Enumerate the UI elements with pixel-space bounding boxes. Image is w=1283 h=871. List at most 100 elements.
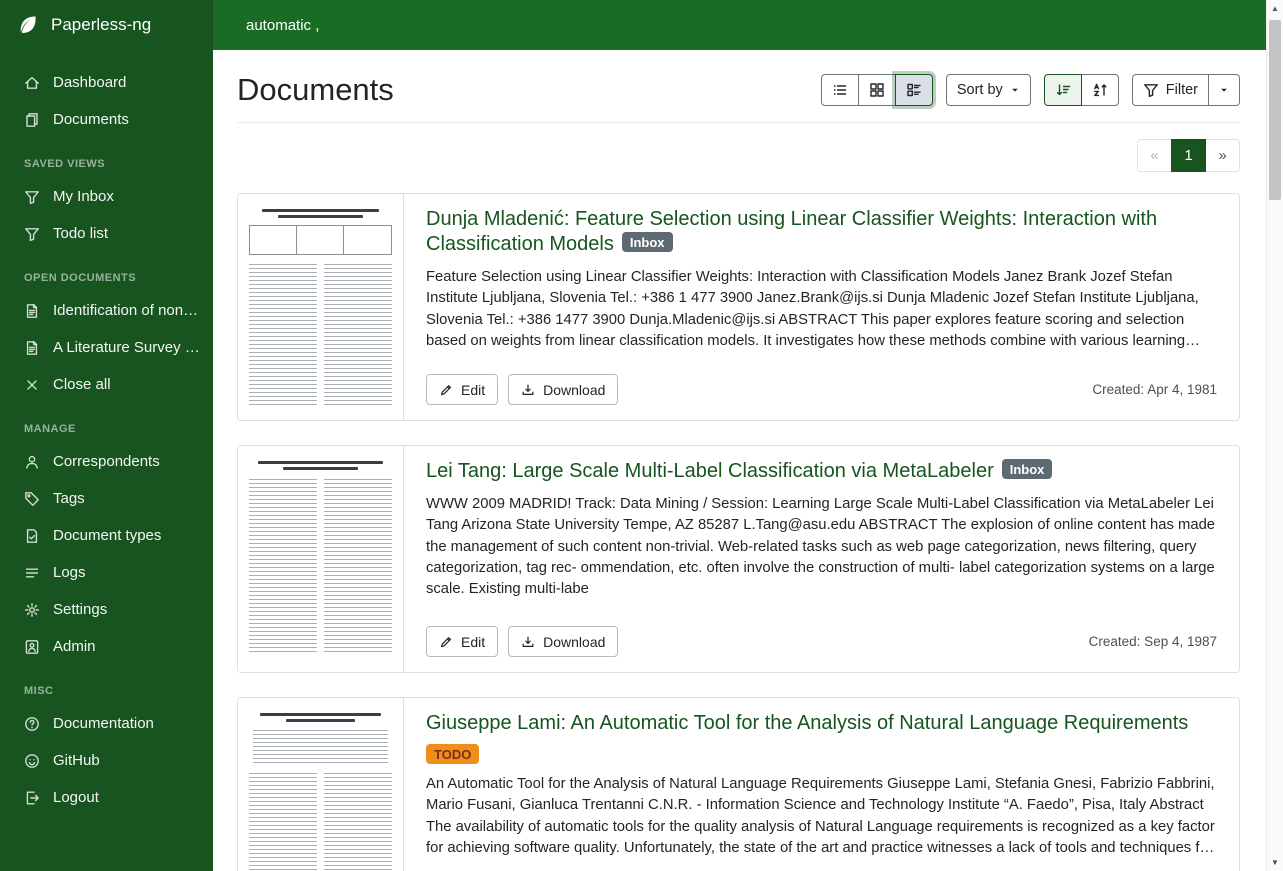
list-view-icon <box>832 82 848 98</box>
document-title-link[interactable]: Dunja Mladenić: Feature Selection using … <box>426 208 1157 255</box>
sidebar-item-document-types[interactable]: Document types <box>0 517 213 554</box>
sort-alpha-up-icon <box>1092 82 1108 98</box>
next-page-button[interactable]: » <box>1205 139 1240 172</box>
funnel-icon <box>24 226 40 242</box>
thumbnail-preview <box>249 713 392 871</box>
thumbnail-preview <box>249 209 392 406</box>
file-text-icon <box>24 340 40 356</box>
sidebar-item-admin[interactable]: Admin <box>0 628 213 665</box>
sidebar-item-label: Logout <box>53 789 99 806</box>
view-list-button[interactable] <box>821 74 859 106</box>
question-circle-icon <box>24 716 40 732</box>
sidebar-item-label: Documents <box>53 111 129 128</box>
tag-badge[interactable]: Inbox <box>1002 459 1053 479</box>
scrollbar-thumb[interactable] <box>1269 20 1281 200</box>
scrollbar[interactable]: ▲ ▼ <box>1266 0 1283 871</box>
sidebar-item-my-inbox[interactable]: My Inbox <box>0 178 213 215</box>
download-button[interactable]: Download <box>508 626 618 657</box>
sidebar-item-tags[interactable]: Tags <box>0 480 213 517</box>
logout-icon <box>24 790 40 806</box>
sort-alpha-button[interactable] <box>1081 74 1119 106</box>
sidebar-item-label: Dashboard <box>53 74 126 91</box>
sidebar-item-label: Close all <box>53 376 111 393</box>
edit-button-label: Edit <box>461 634 485 650</box>
search-input[interactable] <box>213 0 1266 50</box>
filter-button[interactable]: Filter <box>1132 74 1209 106</box>
sidebar-item-label: Correspondents <box>53 453 160 470</box>
view-details-button[interactable] <box>895 74 933 106</box>
current-page-button[interactable]: 1 <box>1171 139 1206 172</box>
tag-icon <box>24 491 40 507</box>
page-title: Documents <box>237 72 394 108</box>
document-thumbnail[interactable] <box>238 194 404 420</box>
tag-badge[interactable]: TODO <box>426 744 479 764</box>
person-badge-icon <box>24 639 40 655</box>
sidebar-item-label: A Literature Survey on ... <box>53 339 201 356</box>
edit-button[interactable]: Edit <box>426 626 498 657</box>
download-button[interactable]: Download <box>508 374 618 405</box>
scrollbar-down-arrow[interactable]: ▼ <box>1267 854 1283 871</box>
sidebar-item-label: Identification of non-fu... <box>53 302 201 319</box>
sidebar-item-logs[interactable]: Logs <box>0 554 213 591</box>
document-thumbnail[interactable] <box>238 446 404 672</box>
edit-button-label: Edit <box>461 382 485 398</box>
details-view-icon <box>906 82 922 98</box>
document-card: Giuseppe Lami: An Automatic Tool for the… <box>237 697 1240 871</box>
document-card-body: Lei Tang: Large Scale Multi-Label Classi… <box>404 446 1239 672</box>
document-excerpt: Feature Selection using Linear Classifie… <box>426 267 1217 352</box>
created-date: Created: Apr 4, 1981 <box>1092 382 1217 397</box>
sidebar-nav: Dashboard Documents SAVED VIEWS My Inbox… <box>0 50 213 816</box>
thumbnail-preview <box>249 461 392 655</box>
prev-page-button[interactable]: « <box>1137 139 1172 172</box>
sidebar-item-open-document-1[interactable]: Identification of non-fu... <box>0 292 213 329</box>
sidebar-item-settings[interactable]: Settings <box>0 591 213 628</box>
pencil-icon <box>439 383 453 397</box>
document-card-body: Dunja Mladenić: Feature Selection using … <box>404 194 1239 420</box>
filter-caret-button[interactable] <box>1208 74 1240 106</box>
sidebar-item-label: Document types <box>53 527 161 544</box>
sidebar-section-header: MISC <box>0 665 213 705</box>
document-actions: Edit Download <box>426 374 618 405</box>
pagination: « 1 » <box>237 139 1240 172</box>
sidebar-item-github[interactable]: GitHub <box>0 742 213 779</box>
sidebar-item-open-document-2[interactable]: A Literature Survey on ... <box>0 329 213 366</box>
sidebar-item-documents[interactable]: Documents <box>0 101 213 138</box>
document-excerpt: WWW 2009 MADRID! Track: Data Mining / Se… <box>426 494 1217 600</box>
scrollbar-up-arrow[interactable]: ▲ <box>1267 0 1283 17</box>
sort-direction-group <box>1044 74 1119 106</box>
document-actions: Edit Download <box>426 626 618 657</box>
document-title-link[interactable]: Giuseppe Lami: An Automatic Tool for the… <box>426 712 1188 734</box>
app-logo[interactable]: Paperless-ng <box>0 0 213 50</box>
sidebar-item-todo-list[interactable]: Todo list <box>0 215 213 252</box>
caret-down-icon <box>1010 85 1020 95</box>
document-list: Dunja Mladenić: Feature Selection using … <box>237 193 1240 871</box>
caret-down-icon <box>1219 85 1229 95</box>
sidebar-item-logout[interactable]: Logout <box>0 779 213 816</box>
sort-amount-down-button[interactable] <box>1044 74 1082 106</box>
download-icon <box>521 635 535 649</box>
sidebar-item-correspondents[interactable]: Correspondents <box>0 443 213 480</box>
download-button-label: Download <box>543 382 605 398</box>
file-text-icon <box>24 303 40 319</box>
document-excerpt: An Automatic Tool for the Analysis of Na… <box>426 774 1217 859</box>
tag-badge[interactable]: Inbox <box>622 232 673 252</box>
pencil-icon <box>439 635 453 649</box>
sort-by-dropdown[interactable]: Sort by <box>946 74 1031 106</box>
sidebar-item-label: Documentation <box>53 715 154 732</box>
funnel-icon <box>24 189 40 205</box>
document-card-footer: Edit Download Created: Apr 4, 1981 <box>426 374 1217 405</box>
sort-by-label: Sort by <box>957 82 1003 98</box>
document-title-row: Dunja Mladenić: Feature Selection using … <box>426 207 1217 257</box>
document-title-row: Lei Tang: Large Scale Multi-Label Classi… <box>426 459 1217 484</box>
person-icon <box>24 454 40 470</box>
sidebar-item-label: Tags <box>53 490 85 507</box>
edit-button[interactable]: Edit <box>426 374 498 405</box>
created-date: Created: Sep 4, 1987 <box>1089 634 1217 649</box>
sidebar-item-documentation[interactable]: Documentation <box>0 705 213 742</box>
view-grid-button[interactable] <box>858 74 896 106</box>
documents-toolbar: Sort by Filter <box>821 74 1240 106</box>
document-title-link[interactable]: Lei Tang: Large Scale Multi-Label Classi… <box>426 460 994 482</box>
document-thumbnail[interactable] <box>238 698 404 871</box>
sidebar-item-close-all[interactable]: Close all <box>0 366 213 403</box>
sidebar-item-dashboard[interactable]: Dashboard <box>0 64 213 101</box>
